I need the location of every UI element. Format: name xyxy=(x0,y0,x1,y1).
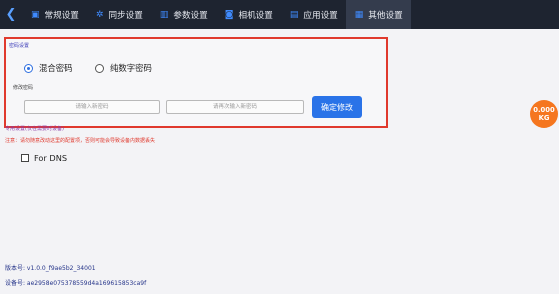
tab-label: 常规设置 xyxy=(44,10,79,21)
confirm-change-button[interactable]: 确定修改 xyxy=(312,96,362,118)
tab-label: 参数设置 xyxy=(173,10,208,21)
new-password-input[interactable] xyxy=(24,100,160,114)
top-navigation-bar: ❮ ▣ 常规设置 ✲ 同步设置 ▥ 参数设置 ◙ 相机设置 ▤ 应用设置 ▦ 其… xyxy=(0,0,559,29)
radio-label: 混合密码 xyxy=(39,63,73,73)
tab-general-settings[interactable]: ▣ 常规设置 xyxy=(22,0,87,29)
version-number: 版本号: v1.0.0_f9ae5b2_34001 xyxy=(5,265,96,272)
sync-gear-icon: ✲ xyxy=(95,9,104,20)
tab-app-settings[interactable]: ▤ 应用设置 xyxy=(281,0,346,29)
confirm-password-input[interactable] xyxy=(166,100,304,114)
settings-doc-icon: ▣ xyxy=(31,9,40,20)
radio-selected-icon xyxy=(24,63,33,73)
radio-numeric-password[interactable]: 纯数字密码 xyxy=(95,62,152,74)
change-password-label: 修改密码 xyxy=(13,85,34,91)
radio-label: 纯数字密码 xyxy=(110,63,152,73)
tab-camera-settings[interactable]: ◙ 相机设置 xyxy=(216,0,281,29)
for-dns-checkbox[interactable]: For DNS xyxy=(21,153,67,163)
radio-mixed-password[interactable]: 混合密码 xyxy=(24,62,73,74)
device-number: 设备号: ae2958e075378559d4a169615853ca9f xyxy=(5,280,147,287)
tab-label: 其他设置 xyxy=(368,10,403,21)
app-folder-icon: ▤ xyxy=(289,9,299,20)
password-settings-panel: 密码设置 混合密码 纯数字密码 修改密码 确定修改 xyxy=(4,37,388,128)
weight-value: 0.000 xyxy=(533,106,555,114)
special-settings-title: 专用设置(仅在需要时设备) xyxy=(5,126,64,132)
chevron-left-icon: ❮ xyxy=(5,7,17,22)
for-dns-label: For DNS xyxy=(34,153,68,163)
sliders-icon: ▥ xyxy=(159,9,169,20)
tab-label: 相机设置 xyxy=(238,10,273,21)
tab-label: 同步设置 xyxy=(108,10,143,21)
password-settings-title: 密码设置 xyxy=(9,43,30,49)
back-button[interactable]: ❮ xyxy=(0,0,22,29)
warning-note: 注意：请勿随意改动这里的配置项，否则可能会导致设备内数据丢失 xyxy=(5,138,156,144)
tab-sync-settings[interactable]: ✲ 同步设置 xyxy=(87,0,151,29)
checkbox-unchecked-icon xyxy=(21,154,29,162)
tab-label: 应用设置 xyxy=(303,10,338,21)
radio-unselected-icon xyxy=(95,63,104,73)
weight-unit: KG xyxy=(538,114,550,122)
tab-parameter-settings[interactable]: ▥ 参数设置 xyxy=(151,0,216,29)
tab-other-settings[interactable]: ▦ 其他设置 xyxy=(345,0,411,29)
camera-icon: ◙ xyxy=(224,9,234,20)
other-settings-icon: ▦ xyxy=(354,9,364,20)
weight-badge: 0.000 KG xyxy=(530,100,558,128)
